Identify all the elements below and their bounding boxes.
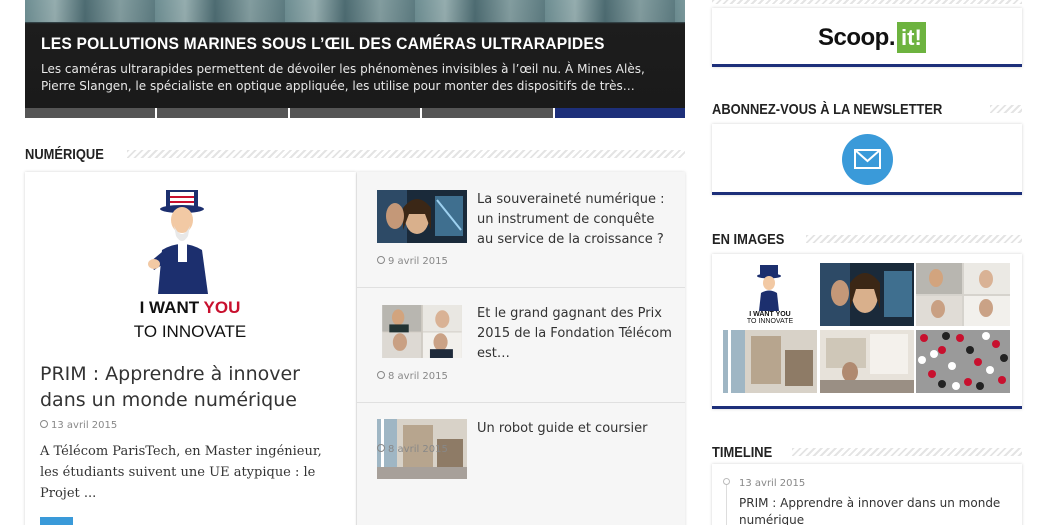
gallery-photo	[916, 263, 1010, 326]
timeline-heading: TIMELINE	[712, 443, 773, 461]
featured-date-text: 13 avril 2015	[51, 420, 118, 431]
newsletter-heading: ABONNEZ-VOUS À LA NEWSLETTER	[712, 100, 943, 118]
images-heading: EN IMAGES	[712, 230, 785, 248]
article-date-text-2: 8 avril 2015	[388, 371, 448, 382]
heading-stripe	[989, 105, 1022, 113]
slider-dot-1[interactable]	[25, 108, 158, 118]
timeline-line	[726, 483, 727, 525]
hero-title[interactable]: LES POLLUTIONS MARINES SOUS L’ŒIL DES CA…	[41, 34, 621, 54]
divider	[357, 402, 685, 403]
slider-pagination	[25, 108, 686, 118]
timeline-date: 13 avril 2015	[739, 478, 806, 489]
gallery-photo	[723, 330, 813, 393]
uncle-sam-image[interactable]	[148, 190, 218, 294]
caption-to-innovate: TO INNOVATE	[133, 322, 247, 341]
heading-stripe	[806, 235, 1022, 243]
read-more-button[interactable]	[40, 517, 73, 525]
caption-you: YOU	[203, 298, 241, 317]
article-title-1[interactable]: La souveraineté numérique : un instrumen…	[477, 190, 672, 250]
slider-dot-3[interactable]	[289, 108, 423, 118]
article-title-3[interactable]: Un robot guide et coursier	[477, 419, 672, 439]
slider-dot-2[interactable]	[157, 108, 290, 118]
article-date-2: 8 avril 2015	[377, 371, 448, 382]
gallery-photo	[820, 263, 912, 326]
section-heading-numerique: NUMÉRIQUE	[25, 144, 685, 164]
gallery-photo	[820, 334, 914, 393]
gallery-image-6[interactable]	[916, 330, 1010, 393]
article-title-2[interactable]: Et le grand gagnant des Prix 2015 de la …	[477, 304, 672, 364]
clock-icon	[377, 444, 385, 452]
featured-excerpt: A Télécom ParisTech, en Master ingénieur…	[40, 444, 322, 501]
clock-icon	[377, 371, 385, 379]
gallery-image-1[interactable]: I WANT YOU TO INNOVATE	[723, 263, 817, 326]
article-date-text-1: 9 avril 2015	[388, 256, 448, 267]
clock-icon	[40, 420, 48, 428]
envelope-icon[interactable]	[842, 134, 893, 185]
heading-stripe	[126, 150, 685, 158]
featured-title[interactable]: PRIM : Apprendre à innover dans un monde…	[40, 361, 345, 413]
section-heading-timeline: TIMELINE	[712, 442, 1022, 462]
scoop-it-badge: it!	[897, 22, 926, 53]
scoop-text: Scoop.	[818, 23, 896, 51]
gallery-image-5[interactable]	[820, 330, 914, 393]
heading-stripe	[792, 448, 1022, 456]
section-heading-images: EN IMAGES	[712, 229, 1022, 249]
hero-description: Les caméras ultrarapides permettent de d…	[41, 62, 645, 93]
timeline-dot	[723, 478, 730, 485]
section-title[interactable]: NUMÉRIQUE	[25, 146, 112, 163]
section-heading-newsletter: ABONNEZ-VOUS À LA NEWSLETTER	[712, 99, 1022, 119]
gallery-caption-1: I WANT YOU	[749, 311, 791, 318]
gallery-image-2[interactable]	[820, 263, 914, 326]
hero-image	[25, 0, 685, 22]
gallery-caption-2: TO INNOVATE	[746, 318, 794, 325]
gallery-image-3[interactable]	[916, 263, 1010, 326]
featured-image-caption: I WANT YOU	[40, 298, 340, 318]
article-date-text-3: 8 avril 2015	[388, 444, 448, 455]
slider-dot-4[interactable]	[422, 108, 555, 118]
caption-i-want: I WANT	[139, 298, 200, 317]
article-thumbnail-2[interactable]	[377, 305, 467, 358]
timeline-title[interactable]: PRIM : Apprendre à innover dans un monde…	[739, 495, 1009, 525]
featured-date: 13 avril 2015	[40, 420, 117, 431]
clock-icon	[377, 256, 385, 264]
article-date-1: 9 avril 2015	[377, 256, 448, 267]
scoopit-logo[interactable]: Scoop. it!	[818, 22, 926, 53]
divider	[357, 287, 685, 288]
envelope-glyph	[854, 149, 881, 169]
gallery-photo	[916, 330, 1010, 393]
widget-heading-stripe	[712, 0, 1022, 4]
article-date-3: 8 avril 2015	[377, 444, 448, 455]
article-thumbnail-1[interactable]	[377, 190, 467, 243]
hero-slide[interactable]: LES POLLUTIONS MARINES SOUS L’ŒIL DES CA…	[25, 0, 685, 108]
slider-dot-5[interactable]	[554, 108, 686, 118]
gallery-image-4[interactable]	[723, 330, 817, 393]
